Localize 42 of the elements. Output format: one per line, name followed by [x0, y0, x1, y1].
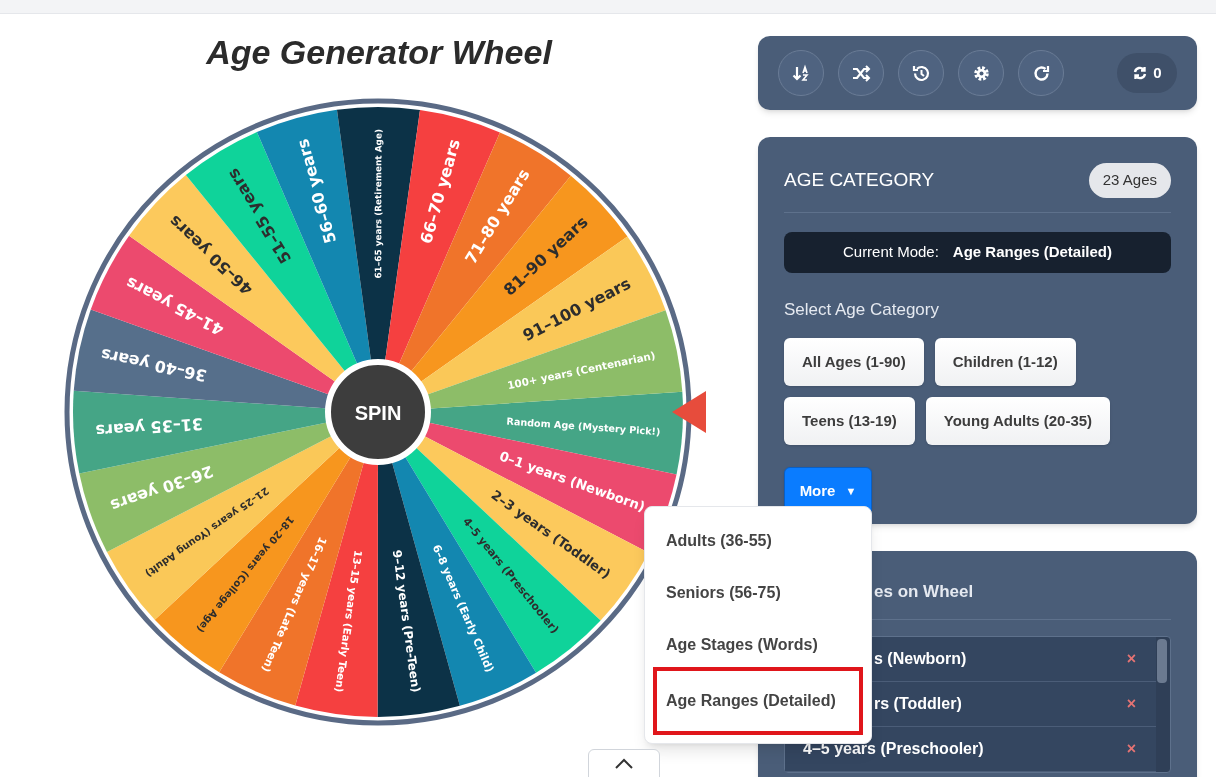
segment-label: 66–70 years [416, 137, 464, 246]
segment-label: 36–40 years [99, 344, 209, 386]
history-button[interactable] [898, 50, 944, 96]
segment-label: 13–15 years (Early Teen) [333, 549, 365, 694]
collapse-tab[interactable] [588, 749, 660, 777]
sort-button[interactable] [778, 50, 824, 96]
panel-heading: es on Wheel [874, 582, 974, 601]
mode-label: Current Mode: [842, 241, 939, 262]
segment-label: Random Age (Mystery Pick!) [506, 415, 661, 438]
shuffle-icon [851, 63, 871, 83]
sync-icon [1132, 65, 1149, 81]
settings-icon [971, 63, 991, 83]
redo-icon [1031, 63, 1051, 83]
spin-button[interactable]: SPIN [325, 359, 431, 465]
dropdown-item[interactable]: Seniors (56-75) [645, 567, 871, 619]
age-label: s (Newborn) [874, 648, 967, 669]
redo-button[interactable] [1018, 50, 1064, 96]
chevron-up-icon [614, 758, 634, 770]
category-button[interactable]: All Ages (1-90) [784, 338, 924, 386]
scrollbar [1157, 638, 1167, 683]
segment-label: 61–65 years (Retirement Age) [373, 129, 384, 279]
segment-label: 31–35 years [95, 414, 204, 441]
age-label: rs (Toddler) [874, 693, 962, 714]
category-button[interactable]: Teens (13-19) [784, 397, 915, 445]
shuffle-button[interactable] [838, 50, 884, 96]
panel-heading: AGE CATEGORY [784, 168, 935, 192]
segment-label: 26–30 years [108, 461, 216, 516]
dropdown-item[interactable]: Age Ranges (Detailed) [653, 667, 863, 735]
pointer-icon [672, 391, 706, 433]
page-title: Age Generator Wheel [206, 32, 552, 73]
segment-label: 56–60 years [292, 136, 341, 246]
segment-label: 9–12 years (Pre-Teen) [389, 549, 424, 694]
sort-icon [791, 63, 811, 83]
select-label: Select Age Category [784, 298, 940, 321]
category-button[interactable]: Children (1-12) [934, 338, 1076, 386]
history-icon [911, 63, 931, 83]
count-badge: 23 Ages [1088, 163, 1171, 198]
category-button[interactable]: Young Adults (20-35) [925, 397, 1111, 445]
counter-value: 0 [1153, 62, 1162, 83]
mode-value: Age Ranges (Detailed) [952, 241, 1113, 262]
dropdown-item[interactable]: Adults (36-55) [645, 515, 871, 567]
settings-button[interactable] [958, 50, 1004, 96]
